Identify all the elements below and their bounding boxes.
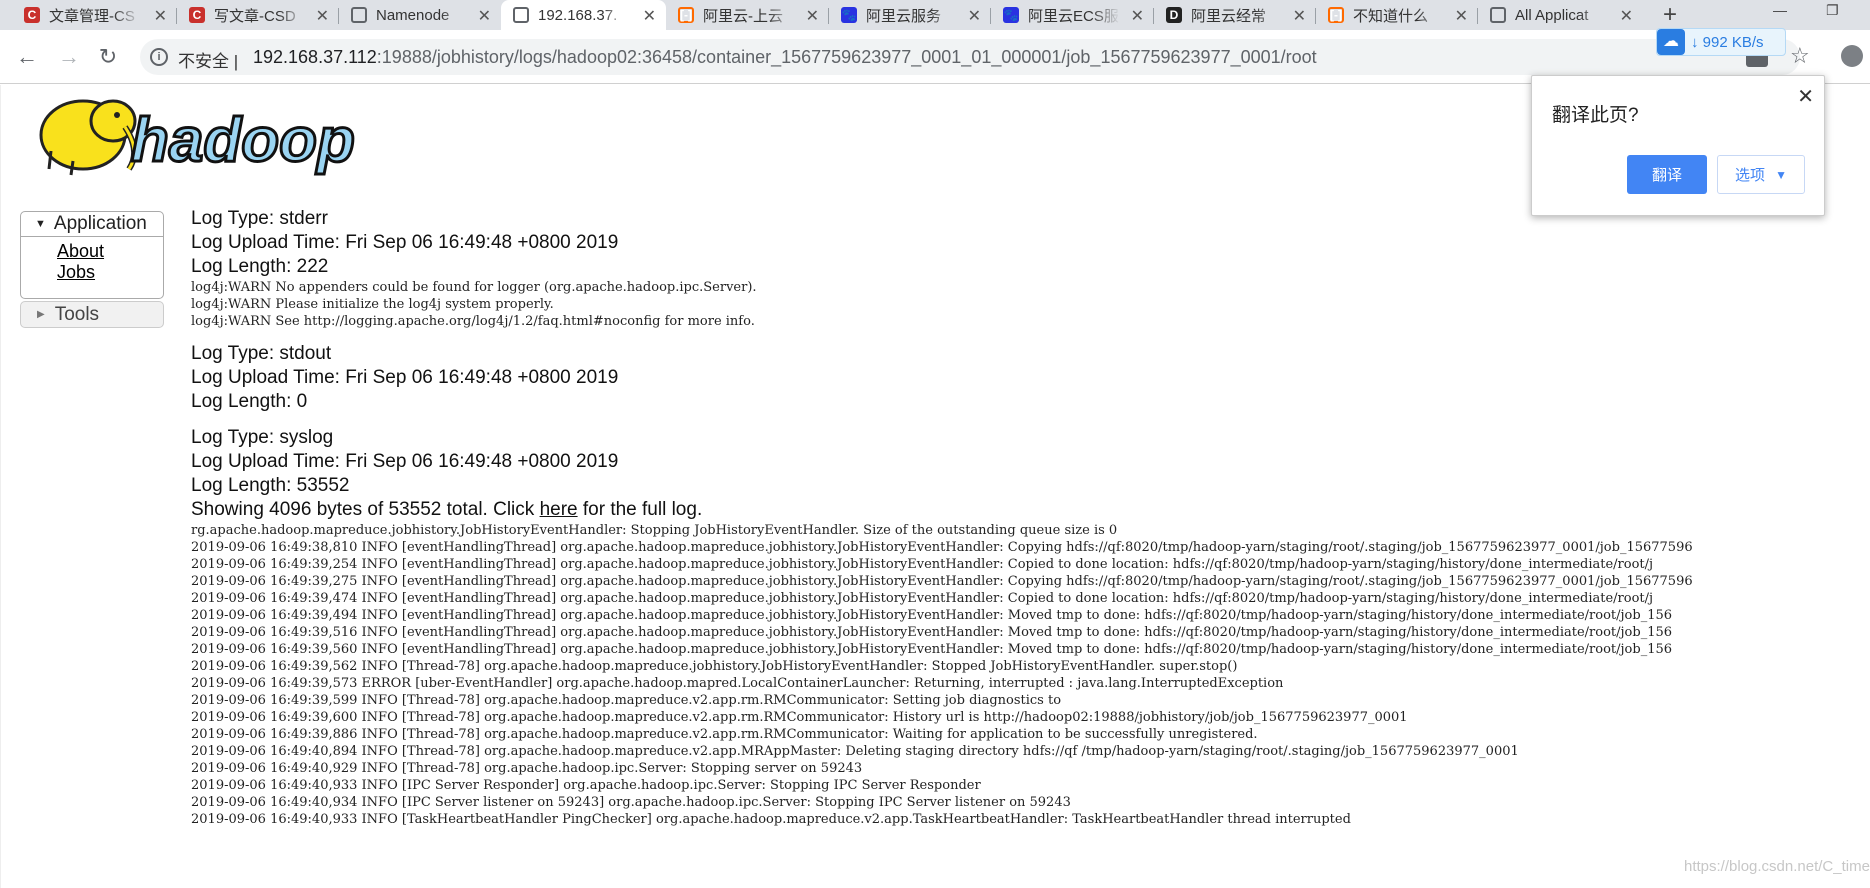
globe-icon: [513, 7, 529, 23]
tab-title: 阿里云服务: [866, 7, 942, 25]
tab-aliyun-often[interactable]: D 阿里云经常 ✕: [1154, 0, 1316, 30]
log-upload-time: Log Upload Time: Fri Sep 06 16:49:48 +08…: [191, 451, 619, 472]
baidu-icon: 🐾: [1003, 7, 1019, 23]
translate-popup-title: 翻译此页?: [1552, 105, 1639, 126]
close-icon[interactable]: ✕: [478, 6, 491, 26]
sidebar-tools-header[interactable]: ▶ Tools: [20, 301, 164, 328]
log-length: Log Length: 53552: [191, 475, 350, 496]
info-icon[interactable]: i: [150, 48, 168, 66]
profile-avatar[interactable]: [1841, 45, 1863, 67]
options-label: 选项: [1735, 167, 1766, 184]
close-icon[interactable]: ✕: [968, 6, 981, 26]
full-log-link[interactable]: here: [540, 499, 578, 520]
url-path: :19888/jobhistory/logs/hadoop02:36458/co…: [376, 47, 1317, 67]
back-button[interactable]: ←: [14, 44, 40, 70]
sidebar: ▼ Application About Jobs ▶ Tools: [20, 211, 164, 328]
log-body: rg.apache.hadoop.mapreduce.jobhistory.Jo…: [191, 523, 1693, 827]
close-icon[interactable]: ✕: [1293, 6, 1306, 26]
url-text[interactable]: 192.168.37.112:19888/jobhistory/logs/had…: [253, 47, 1317, 68]
aliyun-icon: [-]: [678, 7, 694, 23]
close-icon[interactable]: ✕: [806, 6, 819, 26]
url-host: 192.168.37.112: [253, 47, 377, 67]
reload-button[interactable]: ↻: [95, 44, 121, 70]
tab-aliyun-server[interactable]: 🐾 阿里云服务 ✕: [829, 0, 991, 30]
log-content: Log Type: stderr Log Upload Time: Fri Se…: [191, 207, 1870, 840]
globe-icon: [351, 7, 367, 23]
tab-title: 阿里云经常: [1191, 7, 1267, 25]
tab-title: 写文章-CSD: [214, 7, 296, 25]
log-block-stdout: Log Type: stdout Log Upload Time: Fri Se…: [191, 342, 1870, 414]
sidebar-application-label: Application: [53, 213, 147, 234]
caret-down-icon: ▼: [1775, 167, 1787, 182]
sidebar-application-header[interactable]: ▼ Application: [20, 211, 164, 237]
tab-namenode[interactable]: Namenode ✕: [339, 0, 501, 30]
new-tab-button[interactable]: +: [1655, 0, 1685, 30]
download-speed-text: ↓ 992 KB/s: [1691, 33, 1764, 51]
hadoop-logo-text: hadoop: [131, 106, 355, 175]
tab-title: 阿里云ECS服: [1028, 7, 1119, 25]
log-length: Log Length: 0: [191, 391, 308, 412]
log-upload-time: Log Upload Time: Fri Sep 06 16:49:48 +08…: [191, 367, 619, 388]
close-icon[interactable]: ✕: [1131, 6, 1144, 26]
options-button[interactable]: 选项 ▼: [1717, 155, 1805, 194]
tab-unknown[interactable]: [-] 不知道什么 ✕: [1316, 0, 1478, 30]
tab-write-article[interactable]: C 写文章-CSD ✕: [177, 0, 339, 30]
tab-strip: C 文章管理-CS ✕ C 写文章-CSD ✕ Namenode ✕ 192.1…: [0, 0, 1870, 30]
csdn-icon: C: [189, 7, 205, 23]
hadoop-logo: hadoop: [39, 99, 356, 177]
close-icon[interactable]: ✕: [1455, 6, 1468, 26]
security-label: 不安全 |: [178, 52, 239, 71]
tab-title: Namenode: [376, 6, 450, 24]
browser-window: C 文章管理-CS ✕ C 写文章-CSD ✕ Namenode ✕ 192.1…: [0, 0, 1870, 888]
csdn-icon: C: [24, 7, 40, 23]
log-length: Log Length: 222: [191, 256, 329, 277]
log-body: log4j:WARN No appenders could be found f…: [191, 280, 757, 329]
close-icon[interactable]: ✕: [643, 6, 656, 26]
tab-title: 文章管理-CS: [49, 7, 135, 25]
cloud-icon: ☁: [1657, 29, 1685, 55]
showing-prefix: Showing 4096 bytes of 53552 total. Click: [191, 499, 540, 520]
sidebar-item-jobs[interactable]: Jobs: [57, 262, 163, 283]
log-type: Log Type: stdout: [191, 343, 332, 364]
showing-suffix: for the full log.: [577, 499, 703, 520]
aliyun-icon: [-]: [1328, 7, 1344, 23]
address-bar[interactable]: i 不安全 | 192.168.37.112:19888/jobhistory/…: [140, 39, 1800, 75]
minimize-icon[interactable]: —: [1773, 2, 1787, 18]
tab-title: 阿里云-上云: [703, 7, 783, 25]
close-icon[interactable]: ✕: [154, 6, 167, 26]
log-upload-time: Log Upload Time: Fri Sep 06 16:49:48 +08…: [191, 232, 619, 253]
tab-title: 192.168.37.: [538, 6, 618, 24]
tab-jobhistory[interactable]: 192.168.37. ✕: [501, 0, 666, 30]
translate-button[interactable]: 翻译: [1627, 155, 1707, 194]
baidu-icon: 🐾: [841, 7, 857, 23]
caret-down-icon: ▼: [35, 218, 46, 230]
sidebar-application-body: About Jobs: [20, 237, 164, 299]
close-icon[interactable]: ✕: [316, 6, 329, 26]
tab-title: 不知道什么: [1353, 7, 1429, 25]
close-icon[interactable]: ✕: [1797, 84, 1814, 109]
bookmark-star-icon[interactable]: ☆: [1790, 43, 1810, 69]
forward-button[interactable]: →: [56, 44, 82, 70]
bookmark-icon: D: [1166, 7, 1182, 23]
tab-all-applications[interactable]: All Applicat ✕: [1478, 0, 1643, 30]
caret-right-icon: ▶: [37, 309, 45, 320]
log-block-syslog: Log Type: syslog Log Upload Time: Fri Se…: [191, 426, 1870, 828]
tab-title: All Applicat: [1515, 6, 1589, 24]
translate-popup: 翻译此页? ✕ 翻译 选项 ▼: [1531, 75, 1825, 216]
maximize-icon[interactable]: ❐: [1826, 2, 1839, 19]
log-block-stderr: Log Type: stderr Log Upload Time: Fri Se…: [191, 207, 1870, 330]
log-showing-line: Showing 4096 bytes of 53552 total. Click…: [191, 498, 1870, 522]
sidebar-tools-label: Tools: [54, 303, 100, 325]
tab-aliyun-cloud[interactable]: [-] 阿里云-上云 ✕: [666, 0, 829, 30]
tab-aliyun-ecs[interactable]: 🐾 阿里云ECS服 ✕: [991, 0, 1154, 30]
tab-article-manage[interactable]: C 文章管理-CS ✕: [12, 0, 177, 30]
download-speed-badge: ☁ ↓ 992 KB/s: [1656, 28, 1786, 56]
watermark: https://blog.csdn.net/C_time: [1684, 858, 1870, 875]
sidebar-item-about[interactable]: About: [57, 241, 163, 262]
log-type: Log Type: syslog: [191, 427, 334, 448]
close-icon[interactable]: ✕: [1620, 6, 1633, 26]
globe-icon: [1490, 7, 1506, 23]
